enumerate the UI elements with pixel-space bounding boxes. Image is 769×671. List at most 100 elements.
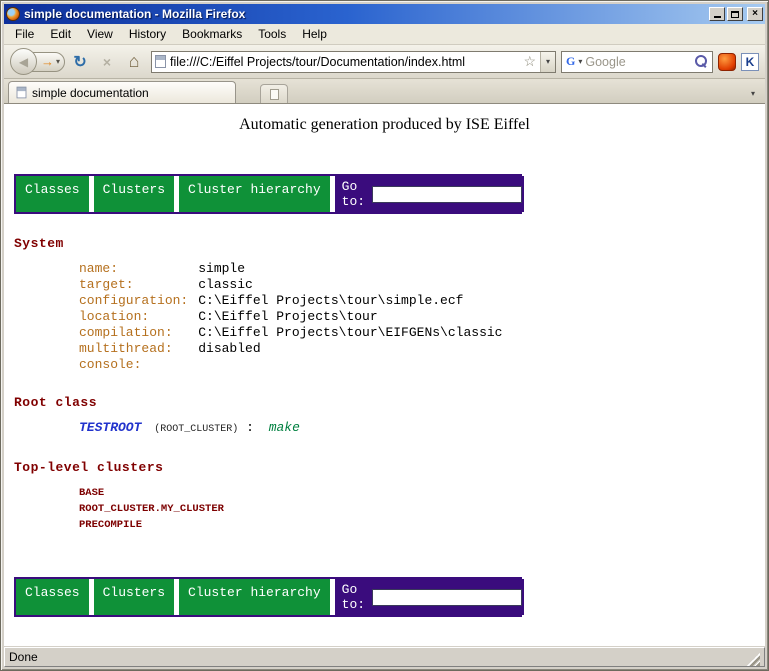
- maximize-button[interactable]: [727, 7, 743, 21]
- field-label: target:: [79, 277, 198, 293]
- menu-bar: File Edit View History Bookmarks Tools H…: [4, 24, 765, 45]
- home-icon: ⌂: [129, 51, 140, 72]
- menu-item-view[interactable]: View: [80, 25, 120, 43]
- browser-content: Automatic generation produced by ISE Eif…: [4, 104, 765, 646]
- field-label: console:: [79, 357, 198, 373]
- bookmark-star-icon[interactable]: ☆: [521, 53, 538, 70]
- goto-section: Go to:: [335, 176, 524, 212]
- field-label: compilation:: [79, 325, 198, 341]
- menu-item-edit[interactable]: Edit: [43, 25, 78, 43]
- tab-label: simple documentation: [32, 86, 149, 100]
- field-value: C:\Eiffel Projects\tour\EIFGENs\classic: [198, 325, 502, 341]
- nav-classes-button[interactable]: Classes: [16, 579, 89, 615]
- doc-navbar-top: Classes Clusters Cluster hierarchy Go to…: [14, 174, 522, 214]
- navigation-toolbar: ◀ → ▾ ↻ × ⌂ file:///C:/Eiffel Projects/t…: [4, 45, 765, 79]
- generated-by-line: -- Generated by ISE Eiffel --: [14, 645, 755, 646]
- firefox-window: simple documentation - Mozilla Firefox ×…: [0, 0, 769, 671]
- maximize-icon: [731, 11, 739, 18]
- title-bar[interactable]: simple documentation - Mozilla Firefox ×: [4, 4, 765, 24]
- nav-clusters-button[interactable]: Clusters: [94, 176, 174, 212]
- nav-cluster-hierarchy-button[interactable]: Cluster hierarchy: [179, 579, 330, 615]
- eiffel-doc-page: Automatic generation produced by ISE Eif…: [4, 116, 765, 646]
- window-title: simple documentation - Mozilla Firefox: [24, 7, 705, 21]
- system-fields-table: name:simple target:classic configuration…: [79, 261, 502, 373]
- new-tab-icon: [270, 89, 279, 100]
- field-value: [198, 357, 502, 373]
- table-row: configuration:C:\Eiffel Projects\tour\si…: [79, 293, 502, 309]
- minimize-button[interactable]: [709, 7, 725, 21]
- goto-label: Go to:: [342, 179, 365, 209]
- cluster-link-precompile[interactable]: PRECOMPILE: [79, 517, 765, 533]
- table-row: target:classic: [79, 277, 502, 293]
- nav-clusters-button[interactable]: Clusters: [94, 579, 174, 615]
- cluster-link-my-cluster[interactable]: ROOT_CLUSTER.MY_CLUSTER: [79, 501, 765, 517]
- window-controls: ×: [709, 7, 763, 21]
- goto-input[interactable]: [372, 186, 522, 203]
- back-icon: ◀: [19, 55, 28, 69]
- chevron-down-icon: ▾: [751, 89, 755, 98]
- doc-header: Automatic generation produced by ISE Eif…: [14, 116, 755, 134]
- history-dropdown-icon: ▾: [56, 57, 60, 66]
- address-bar[interactable]: file:///C:/Eiffel Projects/tour/Document…: [151, 51, 556, 73]
- status-bar: Done: [4, 647, 765, 667]
- goto-input[interactable]: [372, 589, 522, 606]
- back-forward-group: ◀ → ▾: [10, 48, 65, 75]
- cluster-list: BASE ROOT_CLUSTER.MY_CLUSTER PRECOMPILE: [79, 485, 765, 533]
- field-value: simple: [198, 261, 502, 277]
- table-row: name:simple: [79, 261, 502, 277]
- menu-item-bookmarks[interactable]: Bookmarks: [175, 25, 249, 43]
- google-engine-icon[interactable]: G: [566, 54, 575, 69]
- addon-k-icon[interactable]: K: [741, 53, 759, 71]
- clusters-heading: Top-level clusters: [14, 460, 765, 475]
- root-class-heading: Root class: [14, 395, 765, 410]
- system-heading: System: [14, 236, 765, 251]
- home-button[interactable]: ⌂: [122, 50, 146, 74]
- search-engine-dropdown-icon[interactable]: ▾: [578, 57, 582, 66]
- search-bar[interactable]: G ▾ Google: [561, 51, 713, 73]
- urlbar-dropdown-button[interactable]: ▾: [540, 52, 555, 72]
- back-button[interactable]: ◀: [10, 48, 37, 75]
- table-row: multithread:disabled: [79, 341, 502, 357]
- nav-cluster-hierarchy-button[interactable]: Cluster hierarchy: [179, 176, 330, 212]
- field-value: C:\Eiffel Projects\tour: [198, 309, 502, 325]
- close-icon: ×: [752, 9, 758, 19]
- stop-icon: ×: [103, 54, 111, 70]
- menu-item-tools[interactable]: Tools: [251, 25, 293, 43]
- list-all-tabs-button[interactable]: ▾: [745, 83, 761, 103]
- menu-item-history[interactable]: History: [122, 25, 173, 43]
- new-tab-button[interactable]: [260, 84, 288, 103]
- menu-item-file[interactable]: File: [8, 25, 41, 43]
- minimize-icon: [714, 16, 721, 18]
- field-value: C:\Eiffel Projects\tour\simple.ecf: [198, 293, 502, 309]
- field-value: classic: [198, 277, 502, 293]
- resize-grip[interactable]: [747, 653, 760, 666]
- search-placeholder[interactable]: Google: [585, 55, 692, 69]
- tab-strip: simple documentation ▾: [4, 79, 765, 104]
- doc-navbar-bottom: Classes Clusters Cluster hierarchy Go to…: [14, 577, 522, 617]
- reload-button[interactable]: ↻: [68, 50, 92, 74]
- tab-favicon-icon: [17, 87, 27, 99]
- forward-icon: →: [41, 54, 54, 69]
- root-class-link[interactable]: TESTROOT: [79, 420, 141, 435]
- stop-button[interactable]: ×: [95, 50, 119, 74]
- tab-simple-documentation[interactable]: simple documentation: [8, 81, 236, 103]
- cluster-link-base[interactable]: BASE: [79, 485, 765, 501]
- k-letter-icon: K: [746, 55, 755, 69]
- field-value: disabled: [198, 341, 502, 357]
- close-button[interactable]: ×: [747, 7, 763, 21]
- search-icon[interactable]: [695, 55, 708, 68]
- table-row: compilation:C:\Eiffel Projects\tour\EIFG…: [79, 325, 502, 341]
- root-feature-link[interactable]: make: [269, 420, 300, 435]
- goto-label: Go to:: [342, 582, 365, 612]
- colon-separator: :: [246, 420, 254, 435]
- root-cluster-ref[interactable]: (ROOT_CLUSTER): [154, 424, 238, 435]
- root-class-line: TESTROOT (ROOT_CLUSTER) : make: [79, 420, 765, 438]
- field-label: multithread:: [79, 341, 198, 357]
- nav-classes-button[interactable]: Classes: [16, 176, 89, 212]
- chevron-down-icon: ▾: [546, 57, 550, 66]
- addon-red-icon[interactable]: [718, 53, 736, 71]
- url-text[interactable]: file:///C:/Eiffel Projects/tour/Document…: [166, 55, 521, 69]
- field-label: configuration:: [79, 293, 198, 309]
- menu-item-help[interactable]: Help: [295, 25, 334, 43]
- field-label: name:: [79, 261, 198, 277]
